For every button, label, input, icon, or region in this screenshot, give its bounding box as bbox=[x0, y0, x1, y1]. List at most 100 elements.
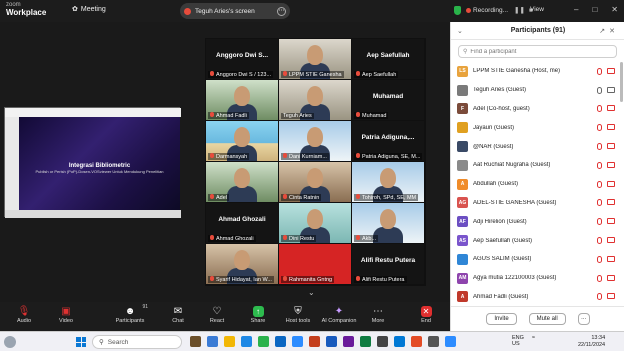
recording-indicator[interactable]: Recording... ❚❚ ■ bbox=[466, 6, 533, 14]
weather-icon[interactable] bbox=[4, 336, 16, 348]
video-tile[interactable]: Teguh Aries bbox=[279, 80, 351, 120]
chat-button[interactable]: ✉ Chat bbox=[158, 305, 198, 324]
video-tile[interactable]: Ahmad Ghozali Ahmad Ghozali bbox=[206, 203, 278, 243]
app-icon-1[interactable] bbox=[190, 336, 201, 347]
mic-muted-icon[interactable] bbox=[597, 199, 602, 207]
participant-row[interactable]: F Adel (Co-host, guest) bbox=[451, 100, 621, 119]
mic-muted-icon[interactable] bbox=[597, 293, 602, 301]
wifi-icon[interactable]: ≈ bbox=[532, 335, 535, 347]
screen-share-indicator[interactable]: Teguh Aries's screen ⋯ bbox=[180, 3, 290, 19]
video-tile[interactable]: Dini Restu bbox=[279, 203, 351, 243]
participant-row[interactable]: A Ahmad Fadli (Guest) bbox=[451, 288, 621, 302]
camera-off-icon[interactable] bbox=[607, 161, 615, 168]
outlook-icon[interactable] bbox=[275, 336, 286, 347]
camera-off-icon[interactable] bbox=[607, 199, 615, 206]
video-tile[interactable]: Akb... bbox=[352, 203, 424, 243]
windows-start-icon[interactable] bbox=[76, 337, 86, 347]
video-tile[interactable]: Cinta Ratnin bbox=[279, 162, 351, 202]
edge-icon[interactable] bbox=[241, 336, 252, 347]
camera-off-icon[interactable] bbox=[607, 105, 615, 112]
participant-row[interactable]: Teguh Aries (Guest) bbox=[451, 81, 621, 100]
video-tile[interactable]: Dani Kurniam... bbox=[279, 121, 351, 161]
participant-search-input[interactable] bbox=[470, 48, 611, 55]
participant-row[interactable]: AM Agya mutia 122100003 (Guest) bbox=[451, 269, 621, 288]
participant-row[interactable]: AF Adji Hirelion (Guest) bbox=[451, 212, 621, 231]
video-tile[interactable]: Tohiroh, SPd, SE, MM bbox=[352, 162, 424, 202]
camera-off-icon[interactable] bbox=[607, 124, 615, 131]
camera-off-icon[interactable] bbox=[607, 274, 615, 281]
video-tile[interactable]: LPPM STIE Ganesha bbox=[279, 39, 351, 79]
camera-off-icon[interactable] bbox=[607, 237, 615, 244]
ai-companion-button[interactable]: ✦ AI Companion bbox=[316, 305, 362, 324]
mute-all-button[interactable]: Mute all bbox=[528, 313, 566, 325]
participant-row[interactable]: AGUS SALIM (Guest) bbox=[451, 250, 621, 269]
panel-more-button[interactable]: ... bbox=[577, 313, 590, 325]
mic-muted-icon[interactable] bbox=[597, 237, 602, 245]
powerpoint-icon[interactable] bbox=[309, 336, 320, 347]
shield-icon[interactable] bbox=[454, 6, 461, 15]
video-tile[interactable]: Muhamad Muhamad bbox=[352, 80, 424, 120]
video-tile[interactable]: Syarif Hidayat, Ian W... bbox=[206, 244, 278, 284]
video-button[interactable]: ▣ Video bbox=[46, 305, 86, 324]
mic-muted-icon[interactable] bbox=[597, 105, 602, 113]
video-tile[interactable]: Ahmad Fadli bbox=[206, 80, 278, 120]
chevron-down-icon[interactable]: ⌄ bbox=[308, 288, 315, 297]
camera-off-icon[interactable] bbox=[607, 143, 615, 150]
camera-off-icon[interactable] bbox=[607, 255, 615, 262]
app-icon-2[interactable] bbox=[207, 336, 218, 347]
popout-icon[interactable]: ↗ bbox=[599, 28, 609, 35]
invite-button[interactable]: Invite bbox=[486, 313, 517, 325]
camera-off-icon[interactable] bbox=[607, 180, 615, 187]
app-icon-7[interactable] bbox=[428, 336, 439, 347]
chrome-icon[interactable] bbox=[258, 336, 269, 347]
video-tile[interactable]: Adel bbox=[206, 162, 278, 202]
participant-row[interactable]: LS LPPM STIE Ganesha (Host, me) bbox=[451, 62, 621, 81]
camera-off-icon[interactable] bbox=[607, 218, 615, 225]
close-icon[interactable]: ✕ bbox=[611, 5, 618, 14]
meeting-menu[interactable]: ✿ Meeting bbox=[72, 5, 106, 14]
participant-search[interactable]: ⚲ bbox=[458, 45, 617, 58]
view-button[interactable]: View bbox=[530, 6, 544, 13]
participants-button[interactable]: ☻ 91 Participants bbox=[108, 304, 152, 324]
video-tile[interactable]: Aep Saefullah Aep Saefullah bbox=[352, 39, 424, 79]
participant-row[interactable]: @NAR (Guest) bbox=[451, 137, 621, 156]
video-tile[interactable]: Darmansyah bbox=[206, 121, 278, 161]
end-button[interactable]: ✕ End bbox=[406, 305, 446, 324]
participant-row[interactable]: Aat Ruchiat Nugraha (Guest) bbox=[451, 156, 621, 175]
camera-on-icon[interactable] bbox=[607, 86, 615, 93]
host-tools-button[interactable]: ⛨ Host tools bbox=[278, 305, 318, 324]
word-icon[interactable] bbox=[326, 336, 337, 347]
options-icon[interactable]: ⋯ bbox=[277, 6, 286, 16]
maximize-icon[interactable]: □ bbox=[592, 5, 597, 14]
app-icon-6[interactable] bbox=[411, 336, 422, 347]
mic-muted-icon[interactable] bbox=[597, 180, 602, 188]
pause-icon[interactable]: ❚❚ bbox=[514, 6, 525, 14]
video-tile[interactable]: Alifi Restu Putera Alifi Restu Putera bbox=[352, 244, 424, 284]
mic-muted-icon[interactable] bbox=[597, 218, 602, 226]
mic-muted-icon[interactable] bbox=[597, 255, 602, 263]
participant-row[interactable]: A Abdullah (Guest) bbox=[451, 175, 621, 194]
participant-list-scrollbar[interactable] bbox=[620, 62, 623, 102]
zoom-app-icon[interactable] bbox=[292, 336, 303, 347]
camera-off-icon[interactable] bbox=[607, 67, 615, 74]
system-tray[interactable]: ENG US ≈ bbox=[512, 335, 535, 347]
app-icon-3[interactable] bbox=[343, 336, 354, 347]
folder-icon[interactable] bbox=[224, 336, 235, 347]
video-tile[interactable]: Anggoro Dwi S... Anggoro Dwi S / 123... bbox=[206, 39, 278, 79]
participant-row[interactable]: Jayaun (Guest) bbox=[451, 118, 621, 137]
mic-muted-icon[interactable] bbox=[597, 161, 602, 169]
taskbar-search[interactable]: ⚲ Search bbox=[92, 335, 182, 349]
app-icon-8[interactable] bbox=[445, 336, 456, 347]
excel-icon[interactable] bbox=[360, 336, 371, 347]
language-indicator[interactable]: ENG US bbox=[512, 335, 524, 347]
camera-off-icon[interactable] bbox=[607, 293, 615, 300]
mic-muted-icon[interactable] bbox=[597, 274, 602, 282]
audio-button[interactable]: 🎙 Audio bbox=[4, 305, 44, 324]
app-icon-5[interactable] bbox=[394, 336, 405, 347]
collapse-chevron-icon[interactable]: ⌄ bbox=[457, 27, 497, 35]
taskbar-clock[interactable]: 13:34 22/11/2024 bbox=[578, 335, 605, 349]
mic-on-icon[interactable] bbox=[597, 86, 602, 94]
shared-screen-view[interactable]: Integrasi Bibliometric Publish or Perish… bbox=[4, 107, 181, 218]
mic-muted-icon[interactable] bbox=[597, 124, 602, 132]
mic-muted-icon[interactable] bbox=[597, 143, 602, 151]
